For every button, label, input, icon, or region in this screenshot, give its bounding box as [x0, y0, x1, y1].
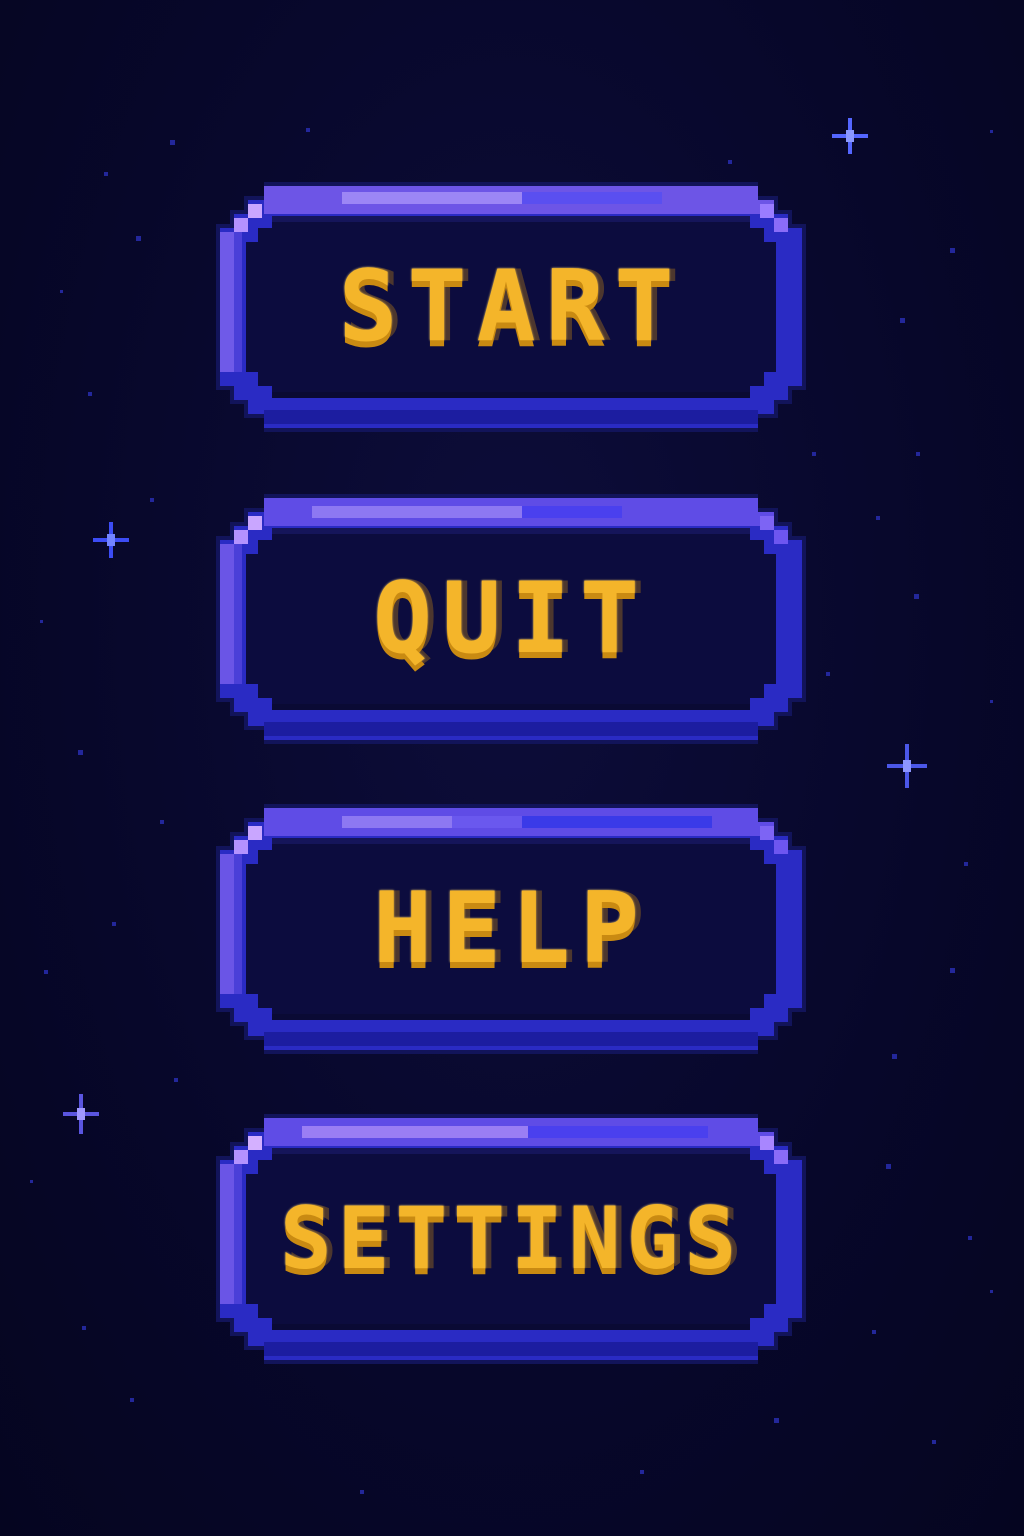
settings-button[interactable]: SETTINGS	[212, 1114, 810, 1364]
help-label: HELP	[372, 872, 649, 986]
start-button[interactable]: START	[212, 182, 810, 432]
main-menu: START QUIT HELP SETTINGS	[212, 0, 812, 1536]
quit-button[interactable]: QUIT	[212, 494, 810, 744]
start-label: START	[338, 250, 684, 364]
twinkle-star	[63, 1094, 99, 1134]
quit-label: QUIT	[372, 562, 649, 676]
twinkle-star	[887, 744, 927, 788]
twinkle-star	[832, 118, 868, 154]
help-button[interactable]: HELP	[212, 804, 810, 1054]
settings-label: SETTINGS	[279, 1189, 743, 1289]
twinkle-star	[93, 522, 129, 558]
